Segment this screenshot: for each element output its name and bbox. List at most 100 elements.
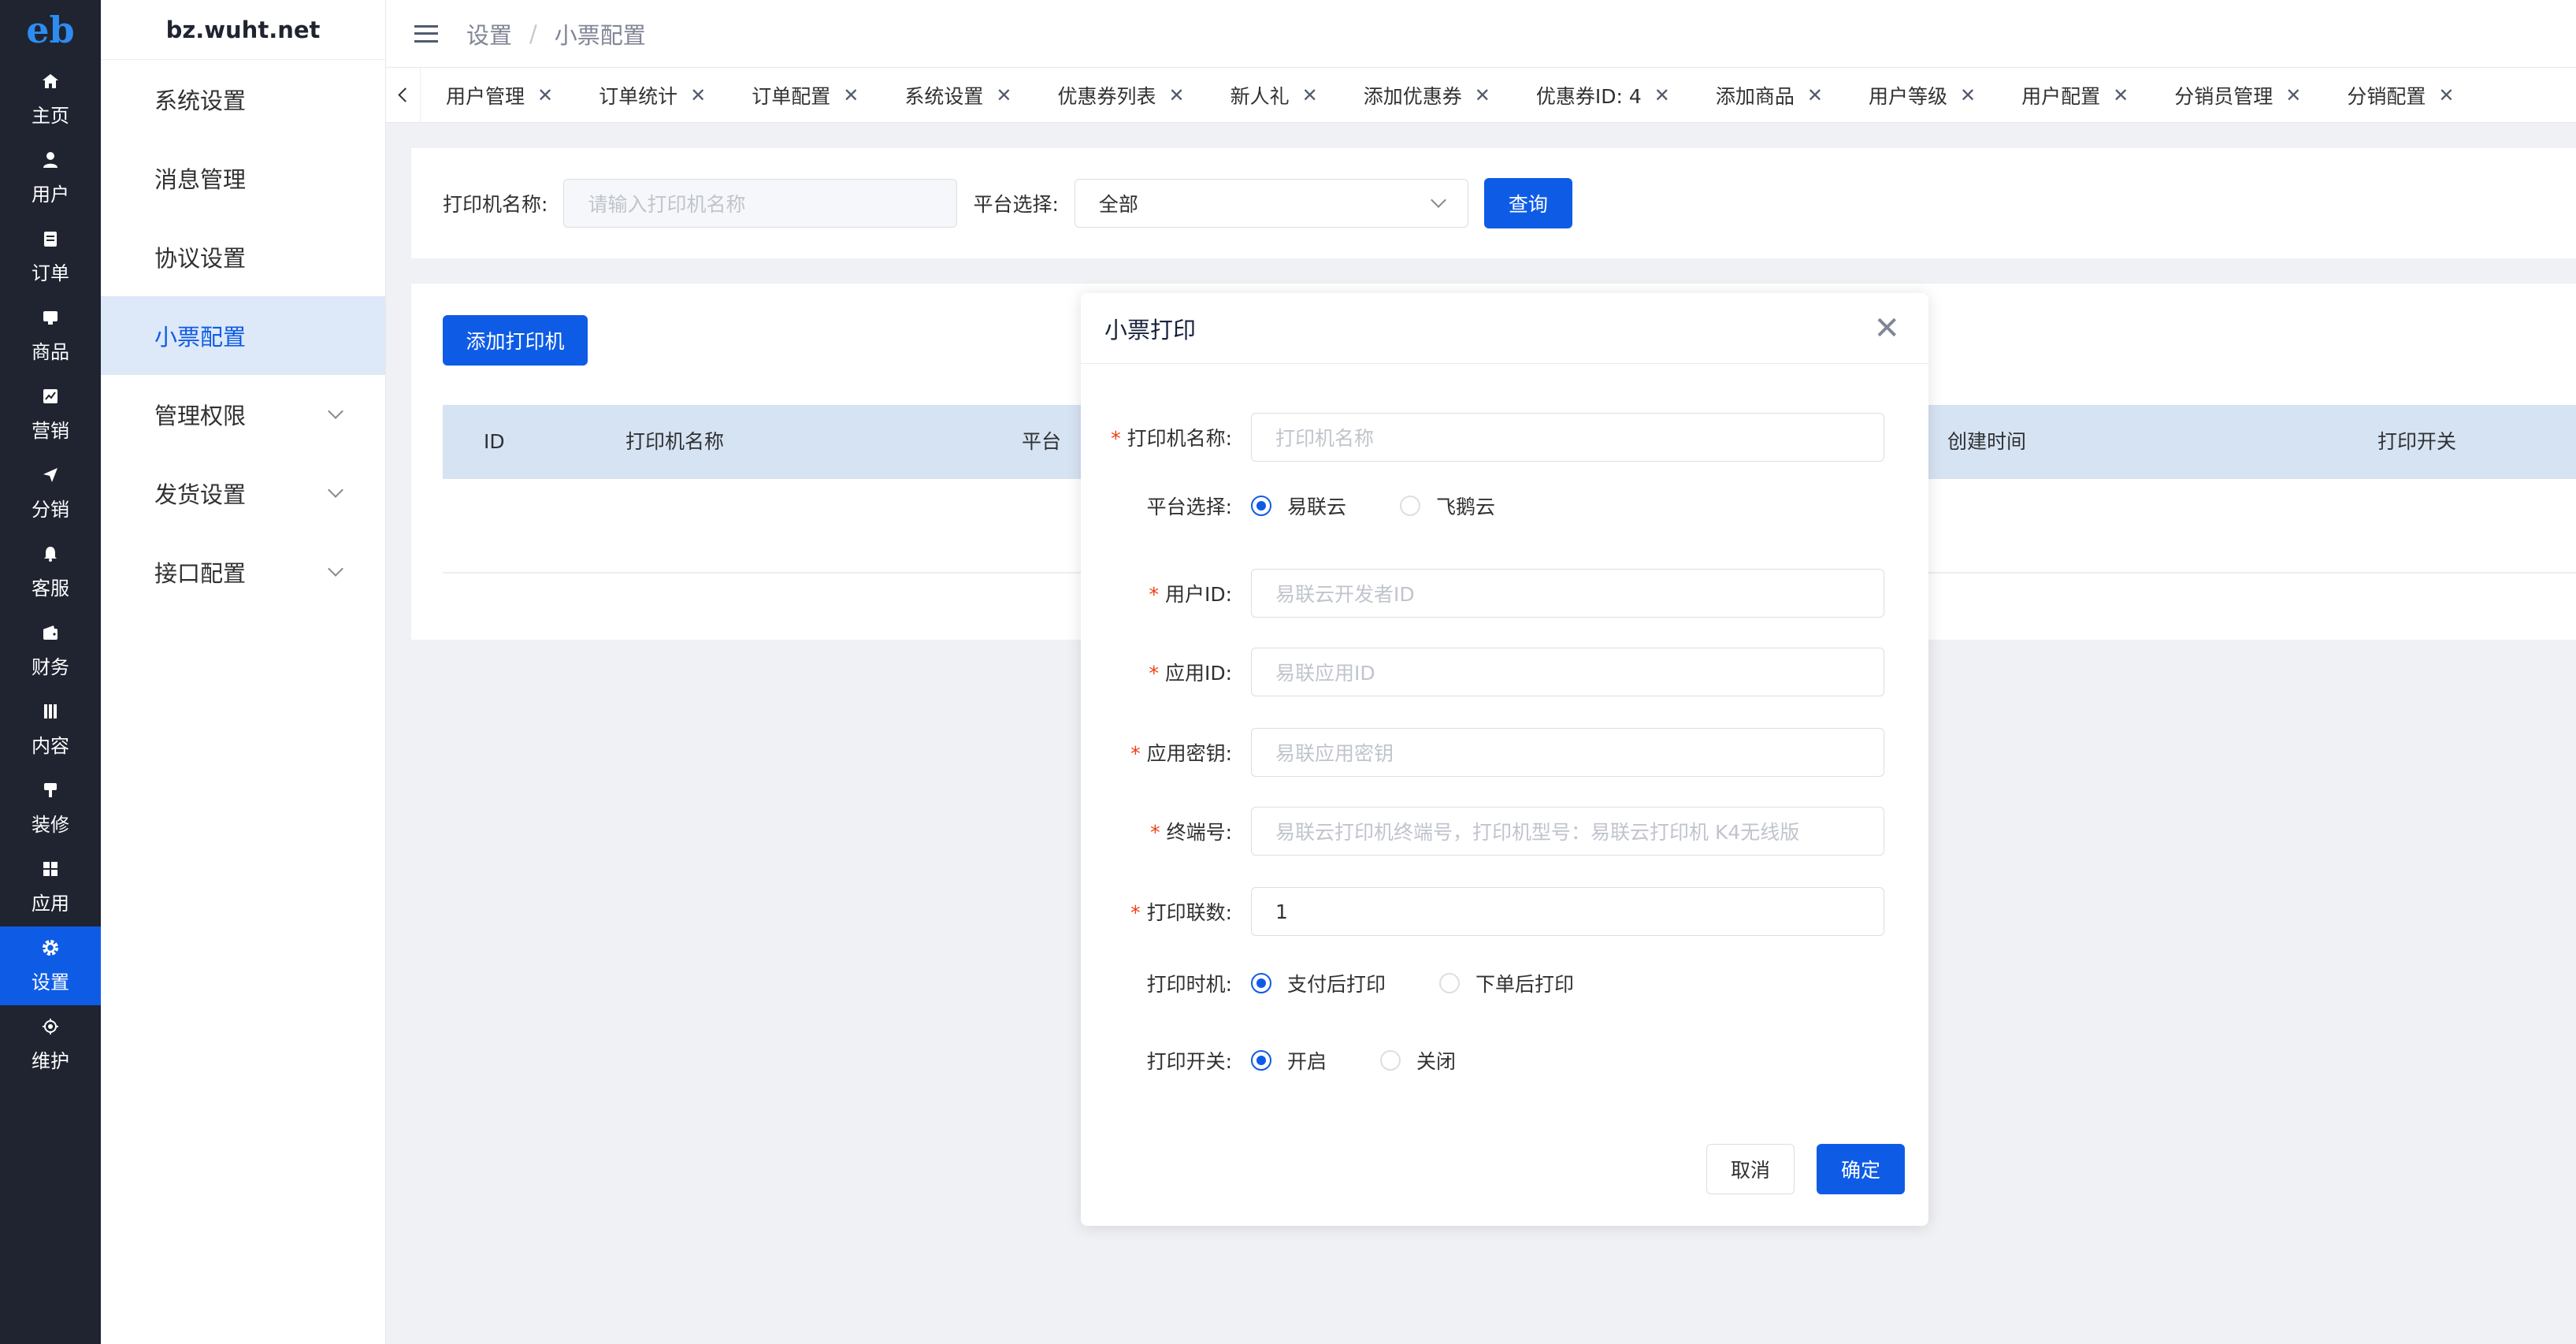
close-icon[interactable]: ✕ [2113,84,2129,106]
add-printer-button[interactable]: 添加打印机 [443,315,588,366]
tab-coupon-list[interactable]: 优惠券列表 ✕ [1033,68,1205,122]
printer-name-search-input[interactable]: 请输入打印机名称 [563,179,958,228]
rail-item-service[interactable]: 客服 [0,533,101,611]
input-placeholder: 易联应用密钥 [1275,742,1394,765]
input-placeholder: 易联应用ID [1275,662,1375,685]
tab-new-user-gift[interactable]: 新人礼 ✕ [1205,68,1338,122]
printer-name-input[interactable]: 打印机名称 [1251,413,1884,462]
close-icon[interactable]: ✕ [843,84,859,106]
search-panel: 打印机名称: 请输入打印机名称 平台选择: 全部 查询 [411,148,2576,258]
print-copies-input[interactable]: 1 [1251,887,1884,936]
maintenance-icon [41,1017,60,1036]
tab-add-coupon[interactable]: 添加优惠券 ✕ [1338,68,1511,122]
form-row-app-secret: * 应用密钥: 易联应用密钥 [1081,728,1928,777]
wallet-icon [41,623,60,642]
tab-system-settings[interactable]: 系统设置 ✕ [879,68,1032,122]
close-icon[interactable]: ✕ [1654,84,1670,106]
close-icon[interactable]: ✕ [1302,84,1318,106]
close-icon[interactable]: ✕ [1807,84,1823,106]
tab-label: 用户等级 [1869,84,1948,108]
breadcrumb-separator: / [529,20,537,47]
tab-label: 优惠券列表 [1057,84,1156,108]
tab-distribution-config[interactable]: 分销配置 ✕ [2322,68,2474,122]
submenu-item-permission[interactable]: 管理权限 [101,375,385,454]
form-label: * 终端号: [1150,821,1232,844]
app-id-input[interactable]: 易联应用ID [1251,648,1884,696]
menu-fold-icon[interactable] [414,24,438,43]
tab-label: 用户配置 [2021,84,2101,108]
rail-item-marketing[interactable]: 营销 [0,375,101,454]
print-switch-radio-on[interactable]: 开启 [1251,1046,1327,1075]
tab-user-config[interactable]: 用户配置 ✕ [1996,68,2149,122]
column-header-created-time: 创建时间 [1947,430,2027,453]
radio-circle [1400,496,1421,516]
bell-icon [41,544,60,563]
tab-bar: 用户管理 ✕ 订单统计 ✕ 订单配置 ✕ 系统设置 ✕ 优惠券列表 ✕ 新人礼 ✕ 添加优惠… [386,68,2576,123]
close-icon[interactable]: ✕ [996,84,1011,106]
rail-item-home[interactable]: 主页 [0,60,101,139]
platform-radio-yilianyun[interactable]: 易联云 [1251,492,1346,520]
platform-select[interactable]: 全部 [1074,179,1468,228]
logo[interactable]: eb [0,0,101,60]
close-icon[interactable]: ✕ [2285,84,2301,106]
submenu-item-message[interactable]: 消息管理 [101,139,385,217]
brush-icon [41,781,60,800]
platform-select-value: 全部 [1098,193,1138,216]
marketing-icon [41,387,60,406]
close-icon[interactable]: ✕ [1960,84,1976,106]
chevron-down-icon [328,403,343,419]
cancel-button[interactable]: 取消 [1706,1144,1795,1194]
close-icon[interactable]: ✕ [690,84,706,106]
input-value: 1 [1275,900,1288,923]
tab-user-management[interactable]: 用户管理 ✕ [421,68,573,122]
submenu-item-system[interactable]: 系统设置 [101,60,385,139]
tab-label: 添加商品 [1715,84,1795,108]
print-switch-radio-off[interactable]: 关闭 [1380,1046,1456,1075]
rail-item-user[interactable]: 用户 [0,139,101,217]
tabs-scroll-left[interactable] [386,68,421,122]
submenu-item-receipt[interactable]: 小票配置 [101,296,385,375]
print-time-radio-after-order[interactable]: 下单后打印 [1439,969,1574,997]
platform-radio-feieyun[interactable]: 飞鹅云 [1400,492,1495,520]
tab-order-stats[interactable]: 订单统计 ✕ [573,68,726,122]
submenu-item-api[interactable]: 接口配置 [101,533,385,611]
close-icon[interactable]: ✕ [1475,84,1490,106]
tab-user-level[interactable]: 用户等级 ✕ [1843,68,1996,122]
rail-item-product[interactable]: 商品 [0,296,101,375]
rail-item-order[interactable]: 订单 [0,217,101,296]
submenu-item-label: 管理权限 [154,403,247,429]
required-mark: * [1149,583,1159,606]
breadcrumb-item[interactable]: 设置 [466,17,512,50]
rail-item-finance[interactable]: 财务 [0,611,101,690]
tab-order-config[interactable]: 订单配置 ✕ [726,68,879,122]
close-icon[interactable]: ✕ [2438,84,2454,106]
rail-item-maintenance[interactable]: 维护 [0,1005,101,1084]
breadcrumb-item: 小票配置 [554,21,646,49]
form-row-print-time: 打印时机: 支付后打印 下单后打印 [1081,969,1928,997]
tab-add-product[interactable]: 添加商品 ✕ [1691,68,1843,122]
rail-item-apps[interactable]: 应用 [0,848,101,926]
chevron-left-icon [398,87,413,102]
chevron-down-icon [1430,192,1446,208]
close-icon[interactable]: ✕ [1873,310,1900,347]
submenu-item-agreement[interactable]: 协议设置 [101,217,385,296]
rail-item-label: 应用 [32,892,69,915]
rail-item-settings[interactable]: 设置 [0,926,101,1005]
rail-item-distribution[interactable]: 分销 [0,454,101,533]
close-icon[interactable]: ✕ [537,84,553,106]
app-secret-input[interactable]: 易联应用密钥 [1251,728,1884,777]
query-button[interactable]: 查询 [1483,178,1572,228]
tab-distributor-management[interactable]: 分销员管理 ✕ [2149,68,2322,122]
user-id-input[interactable]: 易联云开发者ID [1251,569,1884,618]
form-label: 平台选择: [1146,496,1232,518]
submenu-item-shipping[interactable]: 发货设置 [101,454,385,533]
submenu-item-label: 协议设置 [154,245,247,272]
close-icon[interactable]: ✕ [1169,84,1185,106]
confirm-button[interactable]: 确定 [1817,1144,1905,1194]
print-time-radio-after-payment[interactable]: 支付后打印 [1251,969,1386,997]
rail-item-content[interactable]: 内容 [0,690,101,769]
tab-coupon-id[interactable]: 优惠券ID: 4 ✕ [1511,68,1691,122]
tab-label: 系统设置 [904,84,984,108]
rail-item-decoration[interactable]: 装修 [0,769,101,848]
terminal-number-input[interactable]: 易联云打印机终端号，打印机型号：易联云打印机 K4无线版 [1251,807,1884,856]
